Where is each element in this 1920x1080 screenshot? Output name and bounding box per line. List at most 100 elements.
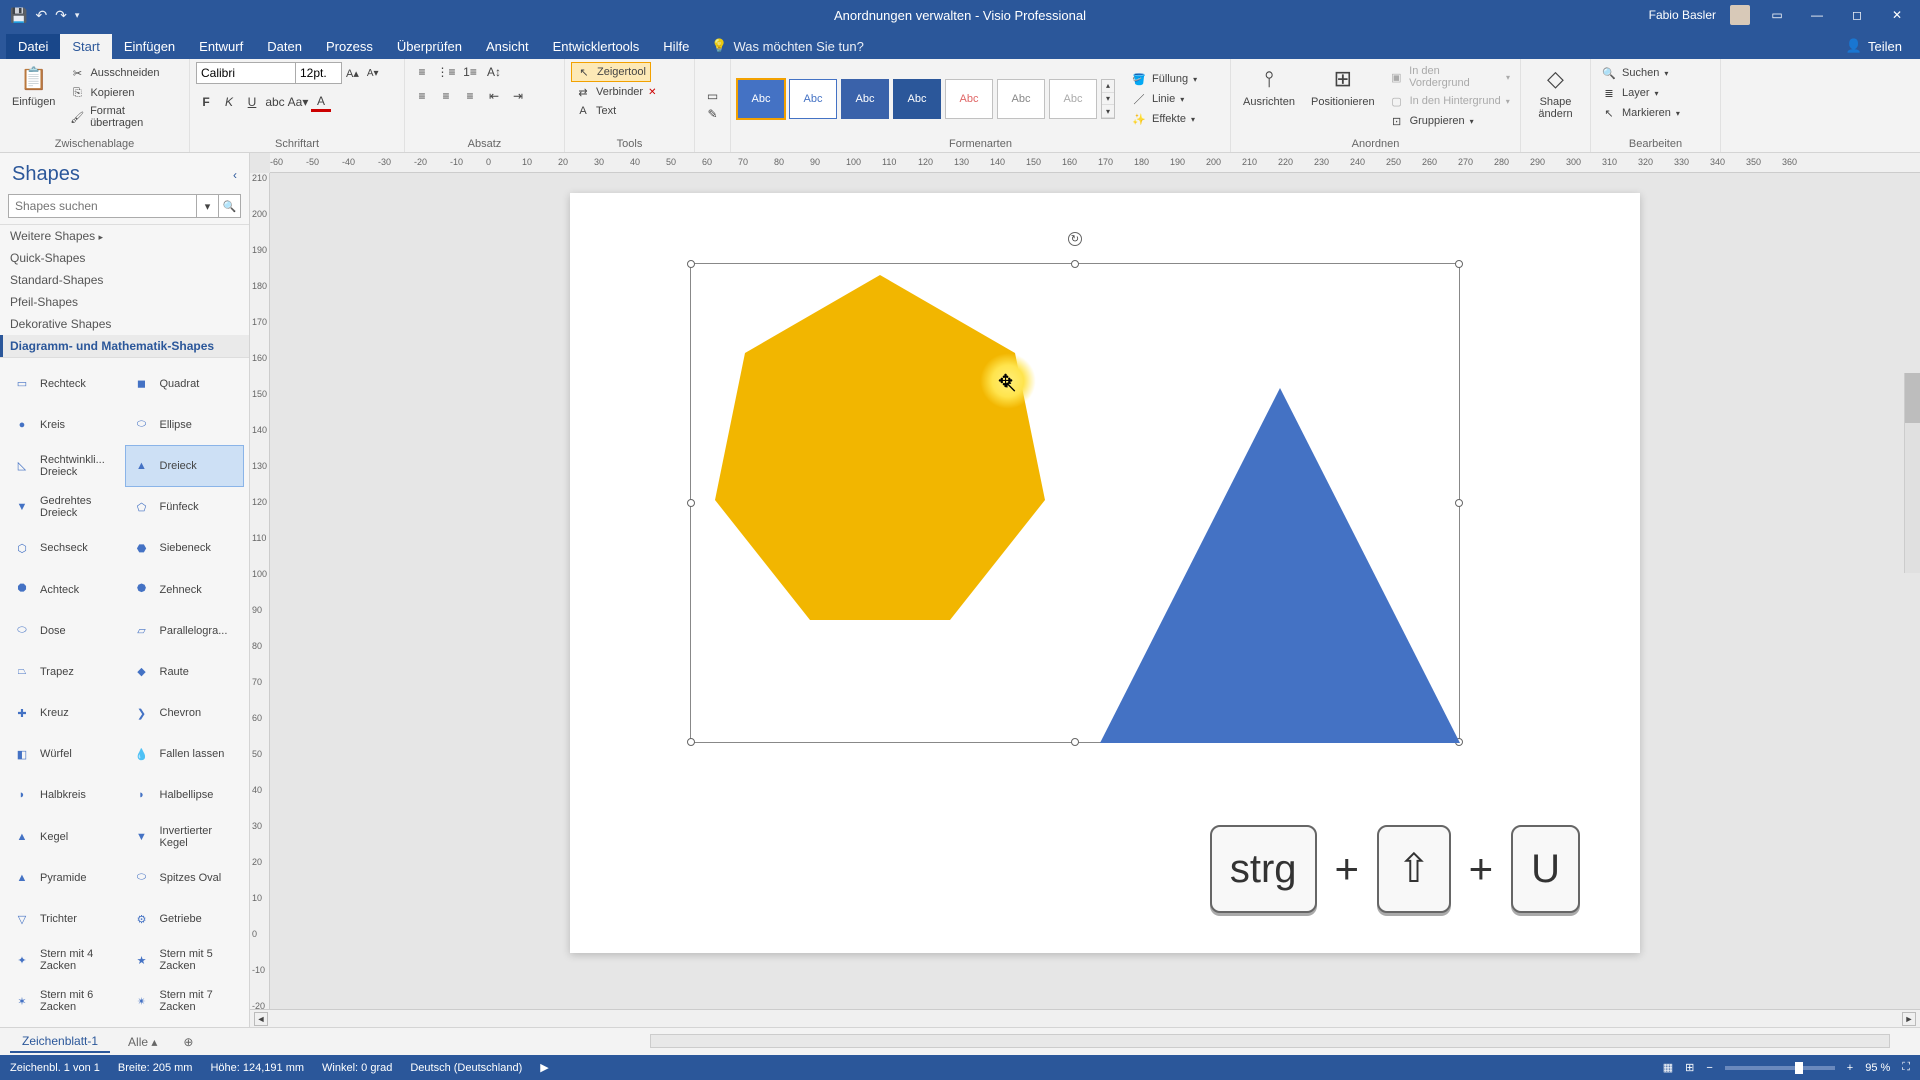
vertical-scrollbar[interactable] (1904, 373, 1920, 573)
layer-button[interactable]: ≣Layer▾ (1597, 84, 1684, 102)
shape-item[interactable]: ⯄Zehneck (126, 570, 244, 609)
change-shape-button[interactable]: ◇Shape ändern (1527, 62, 1584, 123)
zoom-level[interactable]: 95 % (1865, 1062, 1890, 1074)
format-painter-button[interactable]: 🖌Format übertragen (65, 104, 183, 130)
handle-nw[interactable] (687, 260, 695, 268)
triangle-shape[interactable] (1100, 388, 1460, 743)
handle-sw[interactable] (687, 738, 695, 746)
increase-indent-icon[interactable]: ⇥ (507, 86, 529, 106)
send-back-button[interactable]: ▢In den Hintergrund▾ (1385, 92, 1514, 110)
status-page[interactable]: Zeichenbl. 1 von 1 (10, 1062, 100, 1074)
search-dropdown-icon[interactable]: ▾ (197, 194, 219, 218)
stencil-arrow[interactable]: Pfeil-Shapes (0, 291, 249, 313)
strike-button[interactable]: abc (265, 92, 285, 112)
font-size-input[interactable] (296, 62, 342, 84)
handle-w[interactable] (687, 499, 695, 507)
stencil-standard[interactable]: Standard-Shapes (0, 269, 249, 291)
shape-item[interactable]: ▼Invertierter Kegel (126, 817, 244, 856)
rotate-handle[interactable]: ↻ (1068, 232, 1082, 246)
line-button[interactable]: ／Linie▾ (1127, 90, 1201, 108)
select-button[interactable]: ↖Markieren▾ (1597, 104, 1684, 122)
shape-item[interactable]: ◆Raute (126, 652, 244, 691)
find-button[interactable]: 🔍Suchen▾ (1597, 64, 1684, 82)
tab-data[interactable]: Daten (255, 34, 314, 59)
shape-item[interactable]: ▲Kegel (6, 817, 124, 856)
handle-s[interactable] (1071, 738, 1079, 746)
position-button[interactable]: ⊞Positionieren (1305, 62, 1381, 111)
ribbon-options-icon[interactable]: ▭ (1764, 8, 1790, 22)
shape-item[interactable]: ⬭Ellipse (126, 405, 244, 444)
tab-start[interactable]: Start (60, 34, 111, 59)
close-icon[interactable]: ✕ (1884, 8, 1910, 22)
bold-button[interactable]: F (196, 92, 216, 112)
case-button[interactable]: Aa▾ (288, 92, 308, 112)
shape-item[interactable]: ✶Stern mit 6 Zacken (6, 982, 124, 1021)
group-button[interactable]: ⊡Gruppieren▾ (1385, 112, 1514, 130)
horizontal-scrollbar[interactable] (650, 1034, 1890, 1048)
shape-style-3[interactable]: Abc (841, 79, 889, 119)
shape-item[interactable]: ❯Chevron (126, 694, 244, 733)
macro-record-icon[interactable]: ▶ (540, 1061, 548, 1074)
shape-item[interactable]: ⬣Siebeneck (126, 529, 244, 568)
align-center-icon[interactable]: ≡ (435, 86, 457, 106)
shape-style-4[interactable]: Abc (893, 79, 941, 119)
effects-button[interactable]: ✨Effekte▾ (1127, 110, 1201, 128)
shape-item[interactable]: ⏢Trapez (6, 652, 124, 691)
decrease-indent-icon[interactable]: ⇤ (483, 86, 505, 106)
shape-item[interactable]: ⬭Dose (6, 611, 124, 650)
cut-button[interactable]: ✂Ausschneiden (65, 64, 183, 82)
align-left-icon[interactable]: ≡ (411, 86, 433, 106)
collapse-panel-icon[interactable]: ‹ (233, 168, 237, 182)
shape-item[interactable]: ✴Stern mit 7 Zacken (126, 982, 244, 1021)
user-avatar[interactable] (1730, 5, 1750, 25)
zoom-out-icon[interactable]: − (1706, 1062, 1712, 1074)
tab-design[interactable]: Entwurf (187, 34, 255, 59)
underline-button[interactable]: U (242, 92, 262, 112)
shape-item[interactable]: 💧Fallen lassen (126, 735, 244, 774)
rectangle-tool-icon[interactable]: ▭ (707, 89, 718, 103)
shape-style-5[interactable]: Abc (945, 79, 993, 119)
shape-item[interactable]: ⯃Achteck (6, 570, 124, 609)
shape-item[interactable]: ◧Würfel (6, 735, 124, 774)
stencil-more[interactable]: Weitere Shapes ▸ (0, 225, 249, 247)
qat-dropdown-icon[interactable]: ▾ (75, 10, 80, 21)
font-name-input[interactable] (196, 62, 296, 84)
shape-style-1[interactable]: Abc (737, 79, 785, 119)
hscroll-right-icon[interactable]: ► (1902, 1012, 1916, 1026)
text-tool-button[interactable]: AText (571, 102, 620, 120)
drawing-page[interactable]: ↻ (570, 193, 1640, 953)
pointer-tool-button[interactable]: ↖Zeigertool (571, 62, 651, 82)
handle-ne[interactable] (1455, 260, 1463, 268)
copy-button[interactable]: ⎘Kopieren (65, 84, 183, 102)
add-page-button[interactable]: ⊕ (175, 1032, 201, 1052)
tab-developer[interactable]: Entwicklertools (541, 34, 652, 59)
all-pages-button[interactable]: Alle ▴ (120, 1032, 165, 1052)
shape-item[interactable]: ✚Kreuz (6, 694, 124, 733)
tab-insert[interactable]: Einfügen (112, 34, 187, 59)
shape-item[interactable]: ◼Quadrat (126, 364, 244, 403)
shape-item[interactable]: ◗Halbellipse (126, 776, 244, 815)
stencil-diagram-math[interactable]: Diagramm- und Mathematik-Shapes (0, 335, 249, 357)
shape-item[interactable]: ▲Pyramide (6, 858, 124, 897)
share-button[interactable]: 👤 Teilen (1834, 33, 1914, 59)
connector-tool-button[interactable]: ⇄Verbinder✕ (571, 83, 660, 101)
tab-view[interactable]: Ansicht (474, 34, 541, 59)
bring-front-button[interactable]: ▣In den Vordergrund▾ (1385, 64, 1514, 90)
tab-file[interactable]: Datei (6, 34, 60, 59)
sheet-tab-1[interactable]: Zeichenblatt-1 (10, 1031, 110, 1053)
shape-item[interactable]: ⬭Spitzes Oval (126, 858, 244, 897)
search-go-icon[interactable]: 🔍 (219, 194, 241, 218)
connector-close-icon[interactable]: ✕ (648, 87, 656, 98)
stencil-decorative[interactable]: Dekorative Shapes (0, 313, 249, 335)
italic-button[interactable]: K (219, 92, 239, 112)
shape-item[interactable]: ⬡Sechseck (6, 529, 124, 568)
status-language[interactable]: Deutsch (Deutschland) (410, 1062, 522, 1074)
shape-item[interactable]: ▱Parallelogra... (126, 611, 244, 650)
freeform-tool-icon[interactable]: ✎ (707, 107, 717, 121)
zoom-slider[interactable] (1725, 1066, 1835, 1070)
shape-item[interactable]: ●Kreis (6, 405, 124, 444)
shape-item[interactable]: ⚙Getriebe (126, 899, 244, 938)
user-name[interactable]: Fabio Basler (1649, 8, 1716, 22)
zoom-in-icon[interactable]: + (1847, 1062, 1853, 1074)
redo-icon[interactable]: ↷ (55, 7, 67, 24)
